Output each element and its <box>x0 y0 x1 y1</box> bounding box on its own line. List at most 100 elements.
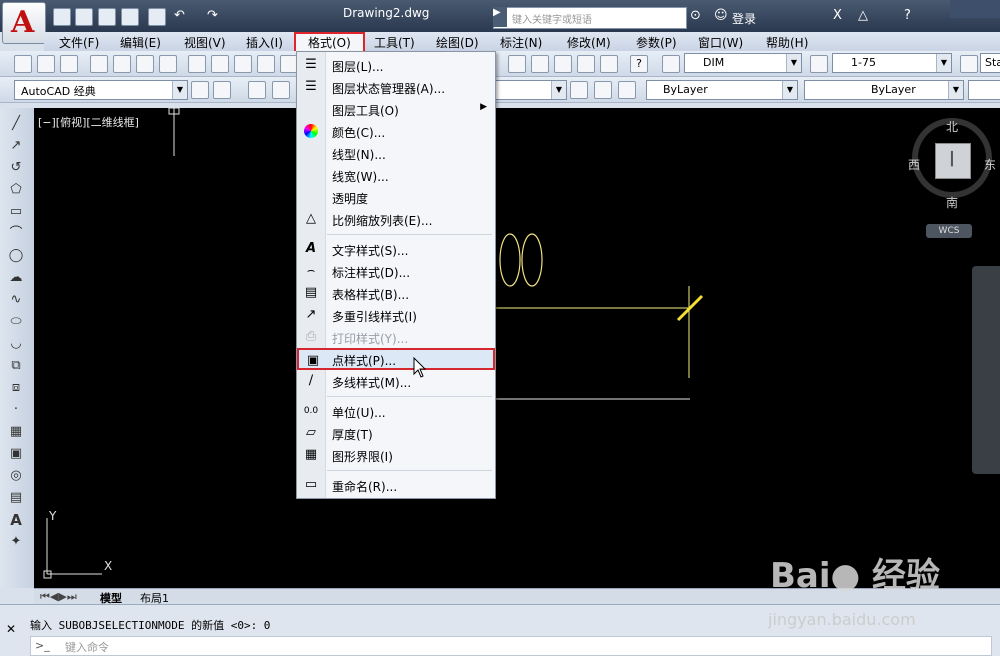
match-properties-icon[interactable] <box>257 55 275 73</box>
save-icon[interactable] <box>98 8 116 26</box>
window-controls[interactable] <box>950 0 1000 18</box>
exchange-icon[interactable]: X <box>833 8 851 24</box>
region-icon[interactable]: ◎ <box>8 468 24 484</box>
rectangle-icon[interactable]: ▭ <box>8 204 24 220</box>
menu-item-lineweight[interactable]: 线宽(W)... <box>297 164 495 186</box>
insert-block-icon[interactable]: ⧉ <box>8 358 24 374</box>
menu-edit[interactable]: 编辑(E) <box>120 34 161 51</box>
redo-icon[interactable]: ↷ <box>207 8 225 24</box>
table-style-icon[interactable] <box>960 55 978 73</box>
menu-dimension[interactable]: 标注(N) <box>500 34 542 51</box>
menu-item-mline-style[interactable]: ∕ 多线样式(M)... <box>297 370 495 392</box>
open-icon[interactable] <box>37 55 55 73</box>
menu-modify[interactable]: 修改(M) <box>567 34 611 51</box>
paste-icon[interactable] <box>234 55 252 73</box>
layer-dropdown[interactable]: ▼ <box>496 80 567 100</box>
calculator-icon[interactable] <box>600 55 618 73</box>
menu-item-text-style[interactable]: A 文字样式(S)... <box>297 238 495 260</box>
menu-draw[interactable]: 绘图(D) <box>436 34 479 51</box>
linetype-dropdown[interactable]: ByLayer ▼ <box>804 80 964 100</box>
publish-icon[interactable] <box>136 55 154 73</box>
menu-window[interactable]: 窗口(W) <box>698 34 743 51</box>
menu-item-table-style[interactable]: ▤ 表格样式(B)... <box>297 282 495 304</box>
menu-file[interactable]: 文件(F) <box>59 34 99 51</box>
save-as-icon[interactable] <box>121 8 139 26</box>
help-icon[interactable]: ? <box>630 55 648 73</box>
menu-format[interactable]: 格式(O) <box>294 32 365 53</box>
markup-icon[interactable] <box>554 55 572 73</box>
menu-tools[interactable]: 工具(T) <box>374 34 415 51</box>
viewport-controls-label[interactable]: [−][俯视][二维线框] <box>38 114 139 130</box>
menu-item-color[interactable]: 颜色(C)... <box>297 120 495 142</box>
compass-west[interactable]: 西 <box>908 156 920 173</box>
add-selected-icon[interactable]: ✦ <box>8 534 24 550</box>
open-file-icon[interactable] <box>75 8 93 26</box>
ellipse-icon[interactable]: ⬭ <box>8 314 24 330</box>
lineweight-dropdown[interactable] <box>968 80 1000 100</box>
compass-south[interactable]: 南 <box>946 194 958 211</box>
arc-icon[interactable]: ⌒ <box>8 226 24 242</box>
menu-item-layer[interactable]: ☰ 图层(L)... <box>297 54 495 76</box>
search-expand-icon[interactable]: ▶ <box>493 7 507 27</box>
print-icon[interactable] <box>90 55 108 73</box>
lightbulb-icon[interactable] <box>272 81 290 99</box>
binoculars-icon[interactable]: ⊙ <box>690 8 708 24</box>
polyline-icon[interactable]: ↺ <box>8 160 24 176</box>
3d-print-icon[interactable] <box>159 55 177 73</box>
color-dropdown[interactable]: ByLayer ▼ <box>646 80 798 100</box>
tab-scroll-arrows-icon[interactable]: ⏮◀▶⏭ <box>40 590 77 604</box>
menu-item-rename[interactable]: ▭ 重命名(R)... <box>297 474 495 496</box>
help-icon[interactable]: ? <box>904 8 922 24</box>
ellipse-arc-icon[interactable]: ◡ <box>8 336 24 352</box>
make-current-layer-icon[interactable] <box>570 81 588 99</box>
menu-item-mleader-style[interactable]: ↗ 多重引线样式(I) <box>297 304 495 326</box>
menu-insert[interactable]: 插入(I) <box>246 34 283 51</box>
tool-palette-icon[interactable] <box>508 55 526 73</box>
save-icon[interactable] <box>60 55 78 73</box>
close-icon[interactable]: ✕ <box>6 622 16 636</box>
customize-icon[interactable] <box>213 81 231 99</box>
revision-cloud-icon[interactable]: ☁ <box>8 270 24 286</box>
menu-item-thickness[interactable]: ▱ 厚度(T) <box>297 422 495 444</box>
plot-preview-icon[interactable] <box>113 55 131 73</box>
text-style-icon[interactable] <box>662 55 680 73</box>
gradient-icon[interactable]: ▣ <box>8 446 24 462</box>
line-icon[interactable]: ╱ <box>8 116 24 132</box>
sheet-set-icon[interactable] <box>531 55 549 73</box>
user-icon[interactable]: ☺ <box>714 8 732 24</box>
copy-icon[interactable] <box>211 55 229 73</box>
application-menu-button[interactable]: A <box>2 2 46 44</box>
compass-east[interactable]: 东 <box>984 156 996 173</box>
menu-help[interactable]: 帮助(H) <box>766 34 808 51</box>
construction-line-icon[interactable]: ↗ <box>8 138 24 154</box>
dim-style-icon[interactable] <box>810 55 828 73</box>
a360-icon[interactable]: △ <box>858 8 876 24</box>
menu-item-point-style[interactable]: ▣ 点样式(P)... <box>297 348 495 370</box>
new-icon[interactable] <box>14 55 32 73</box>
layer-properties-icon[interactable] <box>248 81 266 99</box>
command-input[interactable]: >_ 键入命令 <box>30 636 992 656</box>
hatch-icon[interactable]: ▦ <box>8 424 24 440</box>
login-button[interactable]: 登录 <box>732 10 756 27</box>
point-icon[interactable]: · <box>8 402 24 418</box>
text-style-dropdown[interactable]: Sta <box>980 53 1000 73</box>
layer-state-icon[interactable] <box>618 81 636 99</box>
layer-previous-icon[interactable] <box>594 81 612 99</box>
polygon-icon[interactable]: ⬠ <box>8 182 24 198</box>
dim-style-dropdown[interactable]: DIM ▼ <box>684 53 802 73</box>
new-file-icon[interactable] <box>53 8 71 26</box>
table-icon[interactable]: ▤ <box>8 490 24 506</box>
navigation-bar[interactable] <box>972 266 1000 474</box>
workspace-dropdown[interactable]: AutoCAD 经典 ▼ <box>14 80 188 100</box>
menu-item-dim-style[interactable]: ⌢ 标注样式(D)... <box>297 260 495 282</box>
quickcalc-icon[interactable] <box>577 55 595 73</box>
menu-item-limits[interactable]: ▦ 图形界限(I) <box>297 444 495 466</box>
make-block-icon[interactable]: ⧈ <box>8 380 24 396</box>
cut-icon[interactable] <box>188 55 206 73</box>
annotation-scale-dropdown[interactable]: 1-75 ▼ <box>832 53 952 73</box>
search-input[interactable]: 键入关键字或短语 <box>493 7 687 29</box>
wcs-menu[interactable]: WCS <box>926 224 972 238</box>
circle-icon[interactable]: ◯ <box>8 248 24 264</box>
undo-icon[interactable]: ↶ <box>174 8 192 24</box>
viewcube[interactable]: ┃ <box>935 143 971 179</box>
